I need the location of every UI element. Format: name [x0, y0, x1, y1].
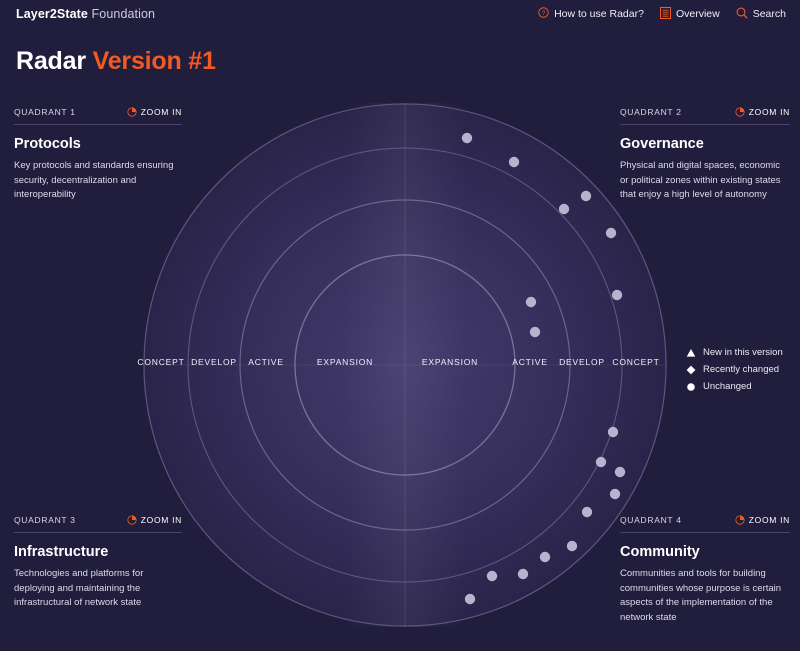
brand-light: Foundation [87, 7, 156, 21]
radar-blip[interactable] [581, 506, 593, 518]
zoom-in-button-q1[interactable]: ZOOM IN [127, 107, 182, 117]
quadrant-header: QUADRANT 3 ZOOM IN [14, 515, 182, 533]
quadrant-header: QUADRANT 2 ZOOM IN [620, 107, 790, 125]
quadrant-card-infrastructure[interactable]: QUADRANT 3 ZOOM IN Infrastructure Techno… [14, 515, 182, 611]
radar-blip[interactable] [529, 326, 541, 338]
radar-blip[interactable] [595, 456, 607, 468]
radar-blip[interactable] [486, 570, 498, 582]
radar-blip[interactable] [607, 426, 619, 438]
pie-zoom-icon [735, 515, 745, 525]
quadrant-title: Infrastructure [14, 544, 109, 560]
ring-label: EXPANSION [316, 357, 374, 367]
ring-label: ACTIVE [512, 357, 548, 367]
quadrant-description: Physical and digital spaces, economic or… [620, 160, 781, 201]
zoom-in-button-q4[interactable]: ZOOM IN [735, 515, 790, 525]
zoom-in-label: ZOOM IN [748, 515, 790, 525]
ring-label-row: CONCEPT DEVELOP ACTIVE EXPANSION EXPANSION AC… [0, 357, 800, 373]
nav-search[interactable]: Search [736, 7, 786, 22]
quadrant-description: Key protocols and standards ensuring sec… [14, 160, 174, 201]
nav-overview[interactable]: Overview [659, 6, 720, 22]
zoom-in-label: ZOOM IN [140, 515, 182, 525]
radar-legend: New in this version Recently changed Unc… [686, 347, 783, 392]
radar-page: Layer2State Foundation ? How to use Rada… [0, 0, 800, 651]
legend-label: New in this version [703, 347, 783, 358]
top-header: Layer2State Foundation ? How to use Rada… [0, 0, 800, 28]
radar-blip[interactable] [566, 540, 578, 552]
zoom-in-button-q3[interactable]: ZOOM IN [127, 515, 182, 525]
quadrant-tag: QUADRANT 3 [14, 515, 76, 525]
legend-label: Recently changed [703, 364, 780, 375]
diamond-icon [686, 365, 696, 374]
radar-blip[interactable] [609, 488, 621, 500]
page-title: Radar Version #1 [16, 47, 216, 76]
quadrant-description: Communities and tools for building commu… [620, 568, 782, 624]
ring-label: CONCEPT [137, 357, 185, 367]
legend-item-changed: Recently changed [686, 364, 783, 375]
legend-item-unchanged: Unchanged [686, 381, 783, 392]
nav-how-to-use-radar[interactable]: ? How to use Radar? [538, 7, 644, 21]
quadrant-card-community[interactable]: QUADRANT 4 ZOOM IN Community Communities… [620, 515, 790, 626]
quadrant-title: Governance [620, 136, 704, 152]
radar-blip[interactable] [517, 568, 529, 580]
ring-label: EXPANSION [421, 357, 479, 367]
radar-blip[interactable] [464, 593, 476, 605]
radar-blip[interactable] [525, 296, 537, 308]
svg-text:?: ? [542, 10, 546, 17]
quadrant-title: Community [620, 544, 700, 560]
radar-blip[interactable] [611, 289, 623, 301]
radar-blip[interactable] [461, 132, 473, 144]
page-title-version: Version #1 [92, 47, 216, 75]
brand-strong: Layer2State [16, 7, 88, 21]
zoom-in-label: ZOOM IN [748, 107, 790, 117]
quadrant-tag: QUADRANT 2 [620, 107, 682, 117]
zoom-in-button-q2[interactable]: ZOOM IN [735, 107, 790, 117]
page-title-main: Radar [16, 47, 93, 75]
radar-blip[interactable] [580, 190, 592, 202]
ring-label: ACTIVE [248, 357, 284, 367]
quadrant-card-protocols[interactable]: QUADRANT 1 ZOOM IN Protocols Key protoco… [14, 107, 182, 203]
circle-icon [687, 382, 695, 391]
pie-zoom-icon [127, 515, 137, 525]
quadrant-card-governance[interactable]: QUADRANT 2 ZOOM IN Governance Physical a… [620, 107, 790, 203]
nav-label: Search [752, 8, 786, 20]
radar-blip[interactable] [558, 203, 570, 215]
question-circle-icon: ? [538, 7, 549, 21]
quadrant-tag: QUADRANT 1 [14, 107, 76, 117]
ring-label: DEVELOP [191, 357, 237, 367]
ring-label: CONCEPT [612, 357, 660, 367]
legend-label: Unchanged [703, 381, 752, 392]
zoom-in-label: ZOOM IN [140, 107, 182, 117]
radar-blip[interactable] [508, 156, 520, 168]
nav-label: Overview [675, 8, 720, 20]
brand-logo[interactable]: Layer2State Foundation [16, 7, 155, 21]
ring-label: DEVELOP [559, 357, 605, 367]
search-icon [736, 7, 748, 22]
top-nav: ? How to use Radar? Overview Search [538, 6, 786, 22]
pie-zoom-icon [127, 107, 137, 117]
document-icon [659, 6, 671, 22]
triangle-icon [686, 348, 696, 357]
legend-item-new: New in this version [686, 347, 783, 358]
quadrant-title: Protocols [14, 136, 81, 152]
radar-blip[interactable] [605, 227, 617, 239]
quadrant-header: QUADRANT 4 ZOOM IN [620, 515, 790, 533]
radar-blip[interactable] [614, 466, 626, 478]
quadrant-description: Technologies and platforms for deploying… [14, 568, 144, 609]
radar-blip[interactable] [539, 551, 551, 563]
quadrant-header: QUADRANT 1 ZOOM IN [14, 107, 182, 125]
nav-label: How to use Radar? [554, 8, 644, 20]
pie-zoom-icon [735, 107, 745, 117]
quadrant-tag: QUADRANT 4 [620, 515, 682, 525]
